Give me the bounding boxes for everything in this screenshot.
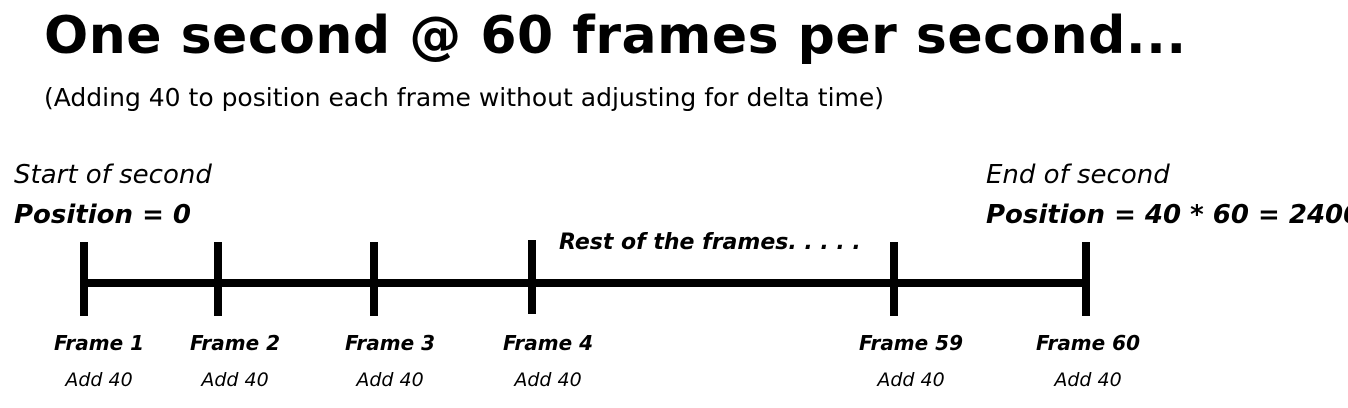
frame-2-label: Frame 2 [189,331,281,355]
frame-59-add: Add 40 [877,369,945,391]
frame-1-add: Add 40 [65,369,133,391]
frame-60-label: Frame 60 [1035,331,1141,355]
frame-3-add: Add 40 [356,369,424,391]
frame-3-label: Frame 3 [344,331,436,355]
frame-1-label: Frame 1 [53,331,145,355]
frame-2-add: Add 40 [201,369,269,391]
frame-4-label: Frame 4 [502,331,594,355]
frame-60-add: Add 40 [1054,369,1122,391]
frame-4-add: Add 40 [514,369,582,391]
frame-59-label: Frame 59 [858,331,964,355]
